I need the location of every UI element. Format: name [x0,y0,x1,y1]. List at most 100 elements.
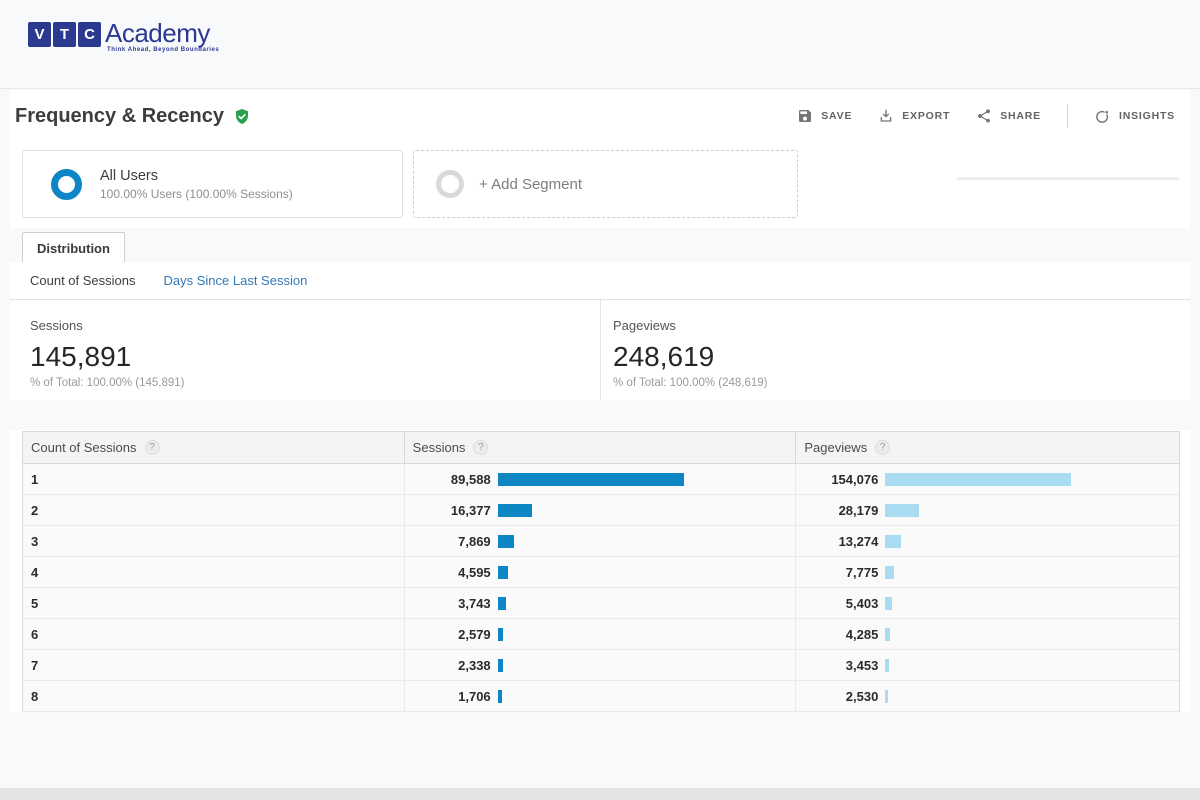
sessions-bar [498,504,532,517]
summary-sessions-pct: % of Total: 100.00% (145,891) [30,377,600,389]
subnav-days-since-last-session[interactable]: Days Since Last Session [164,273,308,288]
sessions-cell: 16,377 [404,495,796,525]
count-of-sessions-cell: 4 [23,557,404,587]
sessions-value: 4,595 [405,565,491,580]
insights-icon [1094,108,1111,125]
help-icon[interactable]: ? [875,440,890,455]
table-row: 216,377 28,179 [23,495,1179,526]
sessions-value: 1,706 [405,689,491,704]
count-of-sessions-cell: 1 [23,464,404,494]
pageviews-cell: 154,076 [795,464,1179,494]
sessions-cell: 89,588 [404,464,796,494]
sessions-cell: 2,338 [404,650,796,680]
summary-sessions-value: 145,891 [30,341,600,373]
count-of-sessions-cell: 6 [23,619,404,649]
count-of-sessions-cell: 5 [23,588,404,618]
verified-shield-icon [233,107,251,126]
help-icon[interactable]: ? [145,440,160,455]
title-row: Frequency & Recency SAVE EXPORT [10,90,1190,142]
header-pageviews-label: Pageviews [804,440,867,455]
tab-distribution[interactable]: Distribution [22,232,125,263]
sessions-cell: 3,743 [404,588,796,618]
sessions-cell: 2,579 [404,619,796,649]
count-of-sessions-cell: 8 [23,681,404,711]
header-count-of-sessions[interactable]: Count of Sessions ? [23,432,404,463]
pageviews-cell: 5,403 [795,588,1179,618]
page-title: Frequency & Recency [15,105,224,128]
header-pageviews[interactable]: Pageviews ? [795,432,1179,463]
pageviews-cell: 2,530 [795,681,1179,711]
pageviews-cell: 3,453 [795,650,1179,680]
sessions-bar [498,535,514,548]
table-row: 81,706 2,530 [23,681,1179,712]
export-button[interactable]: EXPORT [878,108,950,124]
sessions-value: 7,869 [405,534,491,549]
pageviews-bar [885,535,901,548]
sessions-value: 16,377 [405,503,491,518]
segment-title: All Users [100,167,293,186]
pageviews-cell: 13,274 [795,526,1179,556]
logo-letter-v: V [28,22,51,47]
count-of-sessions-cell: 3 [23,526,404,556]
segment-all-users[interactable]: All Users 100.00% Users (100.00% Session… [22,150,403,218]
bottom-strip [0,788,1200,800]
table-row: 53,7435,403 [23,588,1179,619]
summary-sessions-label: Sessions [30,318,600,333]
segment-subtitle: 100.00% Users (100.00% Sessions) [100,186,293,202]
save-button[interactable]: SAVE [797,108,852,124]
sessions-cell: 1,706 [404,681,796,711]
report-toolbar: SAVE EXPORT SHARE INSIGHTS [797,104,1175,128]
toolbar-divider [1067,104,1068,128]
header-sessions[interactable]: Sessions ? [404,432,796,463]
segment-donut-icon [51,169,82,200]
sessions-bar [498,690,502,703]
sessions-value: 2,338 [405,658,491,673]
sessions-cell: 7,869 [404,526,796,556]
report-header-panel: Frequency & Recency SAVE EXPORT [10,90,1190,228]
share-button[interactable]: SHARE [976,108,1041,124]
help-icon[interactable]: ? [473,440,488,455]
tab-distribution-label: Distribution [37,241,110,256]
pageviews-value: 4,285 [796,627,878,642]
pageviews-value: 2,530 [796,689,878,704]
share-icon [976,108,992,124]
logo-letter-c: C [78,22,101,47]
insights-button[interactable]: INSIGHTS [1094,108,1175,125]
table-row: 189,588154,076 [23,464,1179,495]
export-icon [878,108,894,124]
add-segment-donut-icon [436,170,464,198]
table-row: 44,595 7,775 [23,557,1179,588]
add-segment-button[interactable]: + Add Segment [413,150,798,218]
pageviews-cell: 4,285 [795,619,1179,649]
save-icon [797,108,813,124]
summary-sessions: Sessions 145,891 % of Total: 100.00% (14… [10,300,600,400]
pageviews-value: 28,179 [796,503,878,518]
table-panel: Count of Sessions ? Sessions ? Pageviews… [10,430,1190,712]
count-of-sessions-cell: 2 [23,495,404,525]
header-count-of-sessions-label: Count of Sessions [31,440,137,455]
table-header-row: Count of Sessions ? Sessions ? Pageviews… [23,432,1179,464]
add-segment-label: + Add Segment [479,176,582,193]
export-label: EXPORT [902,110,950,122]
summary-pageviews-pct: % of Total: 100.00% (248,619) [613,377,1190,389]
sessions-bar [498,659,503,672]
logo-letter-t: T [53,22,76,47]
table-row: 62,579 4,285 [23,619,1179,650]
logo-letter-boxes: V T C [28,22,101,47]
insights-label: INSIGHTS [1119,110,1175,122]
vtc-academy-logo: V T C Academy Think Ahead, Beyond Bounda… [28,20,219,53]
save-label: SAVE [821,110,852,122]
pageviews-cell: 7,775 [795,557,1179,587]
summary-pageviews: Pageviews 248,619 % of Total: 100.00% (2… [600,300,1190,400]
pageviews-bar [885,690,888,703]
subnav: Count of Sessions Days Since Last Sessio… [10,262,1190,300]
pageviews-bar [885,566,894,579]
sessions-value: 2,579 [405,627,491,642]
header-sessions-label: Sessions [413,440,466,455]
subnav-count-of-sessions[interactable]: Count of Sessions [30,273,136,288]
pageviews-value: 7,775 [796,565,878,580]
summary-pageviews-value: 248,619 [613,341,1190,373]
sessions-bar [498,597,506,610]
table-row: 37,869 13,274 [23,526,1179,557]
pageviews-value: 154,076 [796,472,878,487]
